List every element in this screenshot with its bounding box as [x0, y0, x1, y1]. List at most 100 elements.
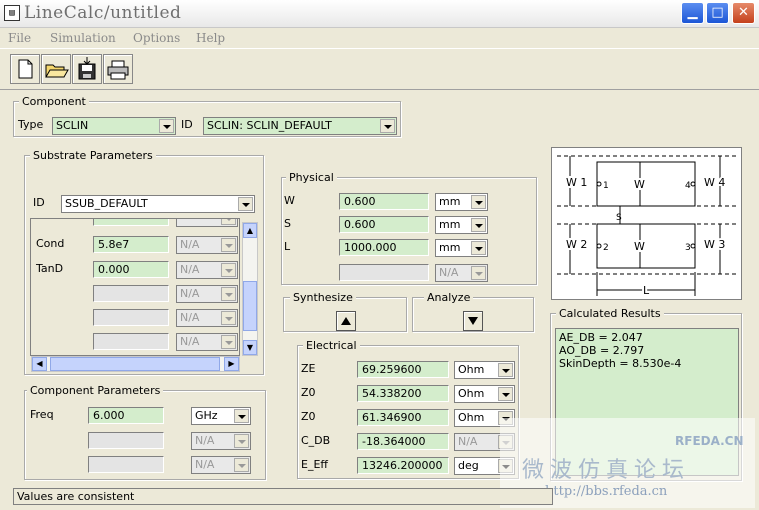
scroll-thumb[interactable] — [243, 281, 257, 331]
menu-file[interactable]: File — [8, 31, 31, 45]
w3-label: W 3 — [704, 238, 725, 251]
w-input[interactable]: 0.600 — [339, 193, 429, 210]
substrate-scroll-panel: Cond 5.8e7 N/A TanD 0.000 N/A N/A N/A N/… — [30, 218, 240, 356]
chevron-down-icon[interactable] — [380, 119, 395, 133]
s-unit-select[interactable]: mm — [435, 216, 488, 234]
title-bar: ▤ LineCalc/untitled ▁ □ ✕ — [0, 0, 759, 28]
z0-unit-select-1[interactable]: Ohm — [454, 385, 515, 403]
c-db-input[interactable]: -18.364000 — [357, 433, 449, 450]
app-icon[interactable]: ▤ — [4, 5, 20, 21]
new-file-icon — [18, 59, 33, 79]
open-button[interactable] — [41, 54, 71, 84]
synthesize-button[interactable] — [336, 311, 356, 331]
chevron-down-icon[interactable] — [159, 119, 174, 133]
substrate-empty-input-2[interactable] — [93, 309, 169, 326]
w4-label: W 4 — [704, 176, 725, 189]
physical-legend: Physical — [286, 171, 337, 184]
s-label: S — [284, 217, 291, 230]
param-empty-input-1[interactable] — [88, 432, 164, 449]
ze-unit-select[interactable]: Ohm — [454, 361, 515, 379]
freq-label: Freq — [30, 408, 54, 421]
w-unit-select[interactable]: mm — [435, 193, 488, 211]
chevron-down-icon[interactable] — [238, 197, 253, 211]
s-gap-label: S — [616, 213, 622, 223]
scroll-left-icon[interactable]: ◀ — [32, 357, 47, 371]
watermark-forum-name: 微波仿真论坛 — [522, 458, 691, 483]
new-button[interactable] — [10, 54, 40, 84]
watermark-url: http://bbs.rfeda.cn — [545, 484, 668, 499]
save-icon — [78, 57, 96, 80]
coupled-line-diagram: W 1 W 2 W 4 W 3 W W S L 1 2 3 4 — [551, 147, 742, 300]
param-empty-unit-1: N/A — [191, 432, 251, 450]
port2-label: 2 — [603, 243, 609, 253]
c-db-label: C_DB — [301, 434, 331, 447]
open-folder-icon — [45, 64, 69, 78]
freq-unit-select[interactable]: GHz — [191, 407, 251, 425]
analyze-button[interactable] — [463, 311, 483, 331]
menu-options[interactable]: Options — [133, 31, 180, 45]
menu-bar: File Simulation Options Help — [0, 28, 759, 48]
z0-input-2[interactable]: 61.346900 — [357, 409, 449, 426]
ze-input[interactable]: 69.259600 — [357, 361, 449, 378]
print-button[interactable] — [103, 54, 133, 84]
scroll-right-icon[interactable]: ▶ — [224, 357, 239, 371]
w1-label: W 1 — [566, 176, 587, 189]
synthesize-label: Synthesize — [290, 291, 356, 304]
component-params-legend: Component Parameters — [27, 384, 164, 397]
component-id-value: SCLIN: SCLIN_DEFAULT — [207, 119, 332, 132]
l-unit-select[interactable]: mm — [435, 239, 488, 257]
substrate-empty-input-1[interactable] — [93, 285, 169, 302]
scroll-down-icon[interactable]: ▼ — [243, 340, 257, 355]
e-eff-label: E_Eff — [301, 458, 328, 471]
component-id-select[interactable]: SCLIN: SCLIN_DEFAULT — [203, 117, 397, 135]
close-button[interactable]: ✕ — [732, 2, 755, 24]
cond-label: Cond — [36, 237, 65, 250]
w-bottom-label: W — [634, 240, 645, 253]
electrical-legend: Electrical — [303, 339, 360, 352]
arrow-up-icon — [341, 317, 351, 325]
menu-simulation[interactable]: Simulation — [50, 31, 116, 45]
result-line: AO_DB = 2.797 — [559, 344, 645, 357]
w2-label: W 2 — [566, 238, 587, 251]
param-empty-unit-2: N/A — [191, 456, 251, 474]
hscroll-thumb[interactable] — [50, 357, 220, 371]
type-select[interactable]: SCLIN — [52, 117, 176, 135]
substrate-unit-partial — [176, 219, 238, 227]
window-title: LineCalc/untitled — [24, 3, 182, 23]
z0-label-1: Z0 — [301, 386, 316, 399]
arrow-down-icon — [468, 317, 478, 325]
analyze-label: Analyze — [424, 291, 474, 304]
e-eff-input[interactable]: 13246.200000 — [357, 457, 449, 474]
l-input[interactable]: 1000.000 — [339, 239, 429, 256]
physical-empty-input[interactable] — [339, 264, 429, 281]
result-line: AE_DB = 2.047 — [559, 331, 643, 344]
physical-empty-unit: N/A — [435, 264, 488, 282]
port4-label: 4 — [685, 181, 691, 191]
param-empty-input-2[interactable] — [88, 456, 164, 473]
substrate-vscrollbar[interactable]: ▲ ▼ — [242, 222, 258, 356]
maximize-button[interactable]: □ — [706, 2, 729, 24]
substrate-empty-input-3[interactable] — [93, 333, 169, 350]
cond-unit-select: N/A — [176, 236, 238, 254]
s-input[interactable]: 0.600 — [339, 216, 429, 233]
substrate-field-partial[interactable] — [93, 219, 169, 226]
status-bar: Values are consistent — [13, 488, 553, 505]
tand-input[interactable]: 0.000 — [93, 261, 169, 278]
result-line: SkinDepth = 8.530e-4 — [559, 357, 682, 370]
substrate-empty-unit-2: N/A — [176, 309, 238, 327]
z0-input-1[interactable]: 54.338200 — [357, 385, 449, 402]
port3-label: 3 — [685, 243, 691, 253]
substrate-id-select[interactable]: SSUB_DEFAULT — [61, 195, 255, 213]
cond-input[interactable]: 5.8e7 — [93, 236, 169, 253]
l-label: L — [284, 240, 291, 253]
w-top-label: W — [634, 178, 645, 191]
substrate-hscrollbar[interactable]: ◀ ▶ — [31, 356, 240, 372]
freq-input[interactable]: 6.000 — [88, 407, 164, 424]
id-label: ID — [181, 118, 193, 131]
results-legend: Calculated Results — [556, 307, 664, 320]
scroll-up-icon[interactable]: ▲ — [243, 223, 257, 238]
component-legend: Component — [19, 95, 89, 108]
minimize-button[interactable]: ▁ — [681, 2, 704, 24]
menu-help[interactable]: Help — [196, 31, 225, 45]
save-button[interactable] — [72, 54, 102, 84]
